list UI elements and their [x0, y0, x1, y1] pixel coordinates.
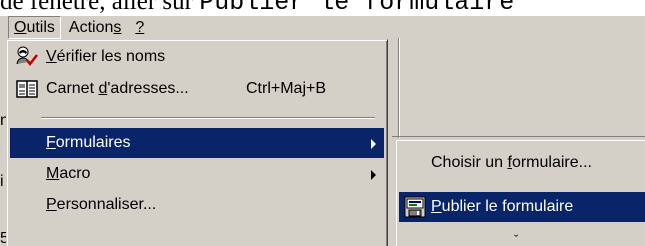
window-pane-divider [398, 38, 399, 138]
window-pane-divider-horizontal [392, 136, 645, 137]
mnemonic: P [46, 196, 57, 213]
mnemonic: M [46, 165, 60, 182]
menu-icon-slot [10, 159, 44, 189]
tools-dropdown-menu: Vérifier les noms Carnet d'adresses... C… [6, 39, 388, 246]
submenu-item-publier-le-formulaire[interactable]: Publier le formulaire [399, 192, 645, 222]
caption-code: Publier le formulaire [199, 0, 515, 17]
label-pre: Choisir un [431, 154, 508, 171]
submenu-item-choisir-formulaire[interactable]: Choisir un formulaire... [399, 148, 645, 178]
label-rest: acro [59, 165, 91, 182]
window-text-fragment: i [0, 173, 4, 190]
menu-actions-label: Action [68, 18, 114, 36]
menu-help[interactable]: ? [129, 16, 150, 39]
menu-actions-mnemonic: s [113, 18, 122, 36]
publish-form-icon [399, 192, 431, 222]
caption-prefix: de fenêtre, aller sur [0, 0, 200, 15]
menu-item-label: Carnet d'adresses... [44, 80, 189, 98]
mnemonic: V [46, 48, 57, 65]
menu-outils-mnemonic: O [14, 18, 27, 36]
document-caption: de fenêtre, aller sur Publier le formula… [0, 0, 645, 17]
menu-item-personnaliser[interactable]: Personnaliser... [10, 190, 384, 220]
menu-item-shortcut: Ctrl+Maj+B [246, 80, 327, 97]
menu-item-label: Choisir un formulaire... [431, 154, 592, 172]
menu-item-formulaires[interactable]: Formulaires [10, 128, 384, 158]
menu-item-verifier-les-noms[interactable]: Vérifier les noms [10, 42, 384, 72]
label-rest: ublier le formulaire [441, 198, 574, 215]
menu-help-mnemonic: ? [135, 18, 145, 36]
label-rest: ormulaire... [511, 154, 592, 171]
menu-separator [41, 117, 375, 119]
menu-icon-slot [10, 128, 44, 158]
menu-item-label: Personnaliser... [44, 196, 156, 214]
label-rest: érifier les noms [56, 48, 166, 65]
menu-item-label: Publier le formulaire [431, 198, 573, 216]
menu-icon-slot [399, 148, 431, 178]
menu-item-carnet-adresses[interactable]: Carnet d'adresses... Ctrl+Maj+B [10, 74, 384, 104]
label-rest: 'adresses... [107, 80, 189, 97]
menu-outils-label: utils [26, 18, 55, 36]
menu-item-label: Vérifier les noms [44, 48, 165, 66]
menu-item-label: Formulaires [44, 134, 130, 152]
mnemonic: P [431, 198, 442, 215]
menu-item-label: Macro [44, 165, 90, 183]
label-rest: ormulaires [55, 134, 131, 151]
mnemonic: F [46, 134, 56, 151]
forms-submenu: Choisir un formulaire... Publier le form… [395, 139, 645, 246]
label-pre: Carnet [46, 80, 99, 97]
chevron-down-icon[interactable]: ˇ [514, 233, 518, 246]
menu-icon-slot [10, 190, 44, 220]
menu-outils[interactable]: Outils [8, 16, 61, 39]
menu-bar: Outils Actions ? [8, 16, 152, 39]
submenu-arrow-icon [371, 139, 376, 149]
menu-item-macro[interactable]: Macro [10, 159, 384, 189]
submenu-arrow-icon [371, 170, 376, 180]
check-names-icon [10, 42, 44, 72]
label-rest: ersonnaliser... [56, 196, 157, 213]
menu-actions[interactable]: Actions [63, 16, 127, 39]
address-book-icon [10, 74, 44, 104]
outlook-screenshot: n i 5 Outils Actions ? Vérifier les noms [0, 16, 645, 246]
